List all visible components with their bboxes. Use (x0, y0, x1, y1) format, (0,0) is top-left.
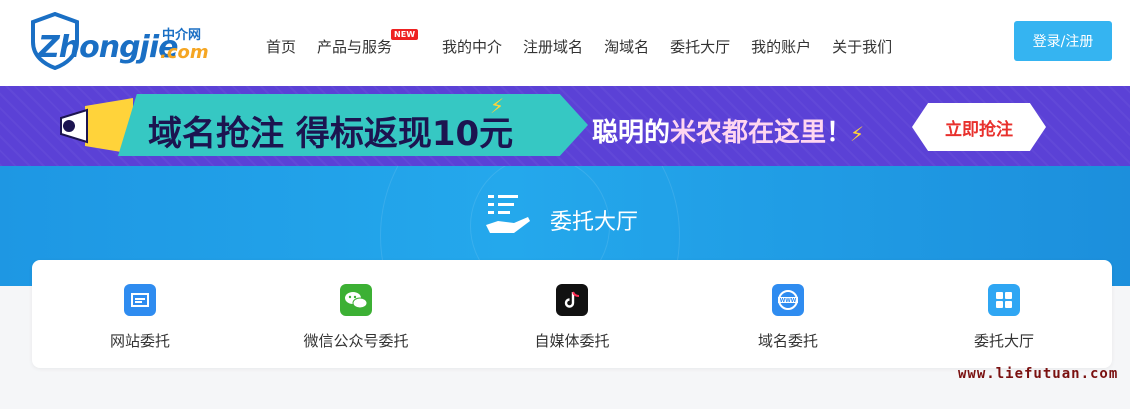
grid-hall-icon (988, 284, 1020, 316)
service-hall[interactable]: 委托大厅 (896, 260, 1112, 368)
site-logo[interactable]: Zhongjie 中介网 .com (30, 12, 210, 72)
service-label: 微信公众号委托 (303, 332, 409, 350)
lightning-icon: ⚡ (490, 94, 505, 118)
banner-tagline: 聪明的米农都在这里！ (592, 112, 852, 149)
logo-cn-name: 中介网 (162, 28, 202, 43)
service-wechat[interactable]: 微信公众号委托 (248, 260, 464, 368)
nav-item-my-broker[interactable]: 我的中介 (442, 36, 502, 57)
main-nav: 首页 产品与服务 NEW 我的中介 注册域名 淘域名 委托大厅 我的账户 关于我… (266, 29, 913, 57)
nav-item-about[interactable]: 关于我们 (832, 36, 892, 57)
lightning-icon: ⚡ (850, 122, 865, 146)
top-header: Zhongjie 中介网 .com 首页 产品与服务 NEW 我的中介 注册域名… (0, 0, 1130, 86)
service-label: 网站委托 (109, 332, 170, 350)
site-watermark: www.liefutuan.com (958, 366, 1119, 382)
grab-now-label: 立即抢注 (945, 119, 1013, 140)
tagline-part-b: 米农都在这里 (670, 118, 827, 148)
wechat-icon (340, 284, 372, 316)
service-self-media[interactable]: 自媒体委托 (464, 260, 680, 368)
logo-suffix: .com (160, 42, 209, 63)
nav-item-shop-domain[interactable]: 淘域名 (604, 36, 649, 57)
login-register-button[interactable]: 登录/注册 (1014, 21, 1112, 61)
nav-item-products[interactable]: 产品与服务 NEW (317, 29, 419, 57)
banner-headline: 域名抢注 得标返现10元 (148, 114, 514, 154)
nav-item-my-account[interactable]: 我的账户 (751, 36, 811, 57)
tiktok-icon (556, 284, 588, 316)
nav-item-home[interactable]: 首页 (266, 36, 296, 57)
logo-wordmark: Zhongjie (38, 30, 178, 65)
service-domain[interactable]: WWW 域名委托 (680, 260, 896, 368)
grab-now-button[interactable]: 立即抢注 (912, 103, 1046, 151)
nav-item-products-label: 产品与服务 (317, 38, 393, 56)
service-label: 自媒体委托 (534, 332, 610, 350)
service-card: 网站委托 微信公众号委托 自媒体委托 WWW 域名委托 委托大厅 (32, 260, 1112, 368)
tagline-part-a: 聪明的 (592, 118, 671, 148)
hall-title: 委托大厅 (550, 210, 639, 235)
website-icon (124, 284, 156, 316)
new-badge: NEW (391, 29, 419, 40)
svg-text:WWW: WWW (780, 298, 797, 304)
tagline-end: ！ (826, 118, 853, 148)
domain-www-icon: WWW (772, 284, 804, 316)
service-website[interactable]: 网站委托 (32, 260, 248, 368)
hand-list-icon (486, 195, 530, 233)
promo-banner[interactable]: 域名抢注 得标返现10元 ⚡ 聪明的米农都在这里！ ⚡ 立即抢注 (0, 86, 1130, 166)
nav-item-register-domain[interactable]: 注册域名 (523, 36, 583, 57)
nav-item-commission-hall[interactable]: 委托大厅 (670, 36, 730, 57)
service-label: 委托大厅 (973, 332, 1034, 350)
service-label: 域名委托 (757, 332, 818, 350)
